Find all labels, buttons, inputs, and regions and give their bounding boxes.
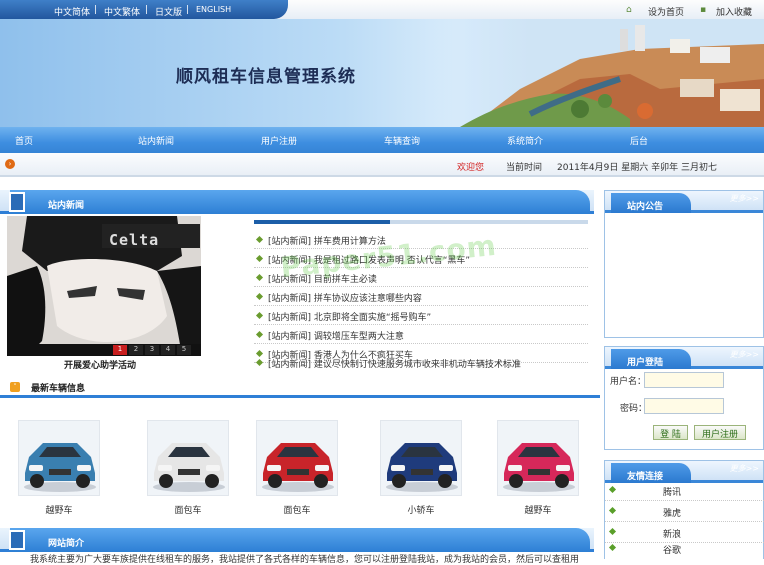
car-thumbnail[interactable] [256,420,338,496]
current-date: 2011年4月9日 星期六 辛卯年 三月初七 [557,163,717,173]
bullet-icon [255,235,264,244]
welcome-text: 欢迎您 [457,163,485,173]
slide-page-2[interactable]: 2 [129,345,143,355]
link-item[interactable]: 谷歌 [605,538,764,559]
bullet-icon [255,358,264,367]
city-photo [430,19,764,127]
links-more-link[interactable]: 更多>> [730,463,759,474]
slide-caption: 开展爱心助学活动 [64,361,137,371]
password-label: 密码： [620,404,648,414]
language-switcher: 中文简体 | 中文繁体 | 日文版 | ENGLISH [0,0,288,19]
notice-title: 站内公告 [611,193,691,213]
news-item[interactable]: [站内新闻] 北京即将全面实施“摇号购车” [254,306,588,325]
date-bar: › 欢迎您 当前时间 2011年4月9日 星期六 辛卯年 三月初七 [0,153,764,177]
register-button[interactable]: 用户注册 [694,425,746,440]
username-label: 用户名： [610,377,647,387]
car-label[interactable]: 小轿车 [380,503,462,516]
news-header: 站内新闻 [0,190,594,214]
slide-page-3[interactable]: 3 [145,345,159,355]
login-button[interactable]: 登 陆 [653,425,688,440]
news-title: 站内新闻 [10,190,590,214]
notice-panel: 站内公告 更多>> [604,190,764,338]
slide-page-1[interactable]: 1 [113,345,127,355]
car-thumbnail[interactable] [147,420,229,496]
car-thumbnail[interactable] [497,420,579,496]
login-title: 用户登陆 [611,349,691,369]
nav-admin[interactable]: 后台 [630,134,648,147]
bullet-icon [608,543,617,552]
lang-traditional[interactable]: 中文繁体 [104,5,140,18]
nav-news[interactable]: 站内新闻 [138,134,174,147]
main-nav: 首页 站内新闻 用户注册 车辆查询 系统简介 后台 [0,127,764,153]
news-item[interactable]: [站内新闻] 拼车协议应该注意哪些内容 [254,287,588,306]
login-header: 用户登陆 更多>> [605,347,763,369]
chevron-down-icon: ˅ [10,382,20,392]
news-underline [254,220,390,224]
latest-cars-header: ˅ 最新车辆信息 [0,376,600,398]
password-field[interactable] [644,398,724,414]
latest-cars-title: 最新车辆信息 [31,384,86,394]
link-item[interactable]: 腾讯 [605,480,764,501]
car-thumbnail[interactable] [380,420,462,496]
divider: | [186,5,190,15]
car-label[interactable]: 越野车 [497,503,579,516]
car-label[interactable]: 面包车 [147,503,229,516]
username-field[interactable] [644,372,724,388]
slide-page-4[interactable]: 4 [161,345,175,355]
arrow-icon: › [5,159,15,169]
intro-title: 网站简介 [10,528,590,552]
login-more-link[interactable]: 更多>> [730,349,759,360]
lang-japanese[interactable]: 日文版 [155,5,182,18]
lang-english[interactable]: ENGLISH [196,5,231,14]
nav-car-search[interactable]: 车辆查询 [384,134,420,147]
star-icon: ▪ [700,5,707,15]
nav-register[interactable]: 用户注册 [261,134,297,147]
news-icon [9,192,25,212]
slide-page-5[interactable]: 5 [177,345,191,355]
divider: | [94,5,98,15]
notice-header: 站内公告 更多>> [605,191,763,213]
divider: | [145,5,149,15]
news-item[interactable]: [站内新闻] 建议尽快制订快速服务城市收来非机动车辆技术标准 [254,353,588,372]
car-label[interactable]: 面包车 [256,503,338,516]
intro-icon [9,530,25,550]
car-thumbnail[interactable] [18,420,100,496]
bullet-icon [255,330,264,339]
intro-header: 网站简介 [0,528,594,552]
slide-logo: Celta [109,231,160,249]
nav-about[interactable]: 系统简介 [507,134,543,147]
bullet-icon [608,506,617,515]
news-item[interactable]: [站内新闻] 调较增压车型两大注意 [254,325,588,344]
bookmark-link[interactable]: 加入收藏 [716,5,752,18]
bullet-icon [255,292,264,301]
site-title: 顺风租车信息管理系统 [176,67,356,87]
notice-more-link[interactable]: 更多>> [730,193,759,204]
set-home-link[interactable]: 设为首页 [648,5,684,18]
car-label[interactable]: 越野车 [18,503,100,516]
nav-home[interactable]: 首页 [15,134,33,147]
lang-simplified[interactable]: 中文简体 [54,5,90,18]
bullet-icon [608,485,617,494]
link-item[interactable]: 雅虎 [605,501,764,522]
home-icon: ⌂ [626,5,632,15]
bullet-icon [255,311,264,320]
news-underline-track [390,220,588,224]
bullet-icon [608,527,617,536]
news-slideshow[interactable]: Celta [7,216,201,356]
time-label: 当前时间 [506,163,543,173]
bullet-icon [255,273,264,282]
bullet-icon [255,254,264,263]
